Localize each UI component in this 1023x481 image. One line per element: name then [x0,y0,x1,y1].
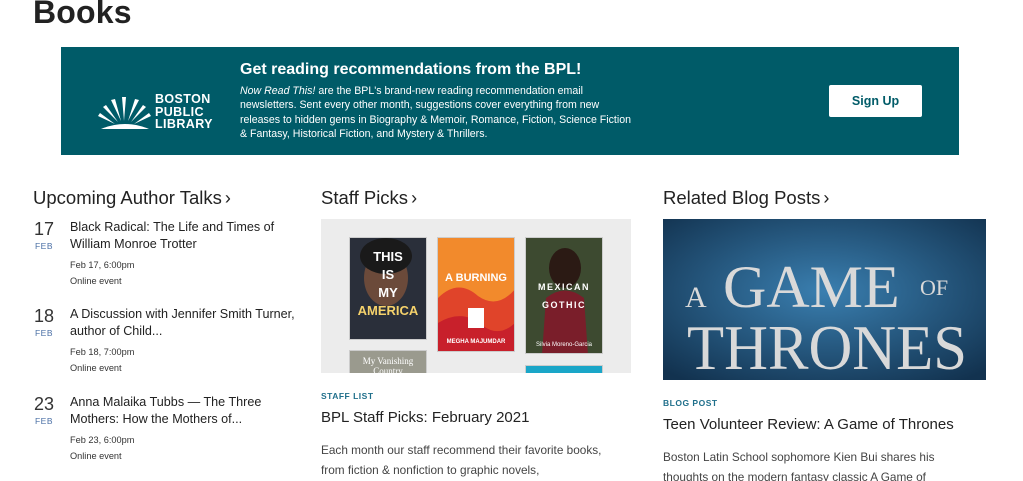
svg-text:THRONES: THRONES [687,312,967,380]
event-date: Feb 17, 6:00pm [70,260,135,270]
staff-picks-title-link[interactable]: BPL Staff Picks: February 2021 [321,409,529,426]
blog-post-image[interactable]: A GAME OF THRONES [663,219,986,380]
book-cover [525,365,603,373]
event-location: Online event [70,451,122,461]
chevron-right-icon: › [224,188,231,208]
event-title-link[interactable]: A Discussion with Jennifer Smith Turner,… [70,306,295,340]
banner-description: Now Read This! are the BPL's brand-new r… [240,85,631,141]
sign-up-button[interactable]: Sign Up [829,85,922,117]
event-day: 17 [33,219,55,239]
book-cover: MEXICAN GOTHIC Silvia Moreno-Garcia [525,237,603,354]
book-cover: My Vanishing Country [349,350,427,373]
chevron-right-icon: › [823,188,830,208]
chevron-right-icon: › [411,188,418,208]
event-item: 23 FEB Anna Malaika Tubbs — The Three Mo… [33,394,293,474]
game-of-thrones-artwork: A GAME OF THRONES [663,219,986,380]
event-item: 18 FEB A Discussion with Jennifer Smith … [33,306,295,386]
blog-post-description: Boston Latin School sophomore Kien Bui s… [663,450,935,481]
staff-picks-image[interactable]: THIS IS MY AMERICA A BURNING MEGHA MAJUM… [321,219,631,373]
event-day: 18 [33,306,55,326]
newsletter-banner: BOSTON PUBLIC LIBRARY Get reading recomm… [61,47,959,155]
event-month: FEB [34,241,54,251]
event-location: Online event [70,363,122,373]
page-title: Books [33,0,132,30]
event-title-link[interactable]: Black Radical: The Life and Times of Wil… [70,219,295,253]
event-month: FEB [34,416,54,426]
svg-text:OF: OF [920,275,948,300]
event-date: Feb 18, 7:00pm [70,347,135,357]
bpl-sunburst-icon [98,97,151,129]
blog-post-title-link[interactable]: Teen Volunteer Review: A Game of Thrones [663,416,954,433]
staff-list-tag: STAFF LIST [321,391,374,401]
blog-posts-heading-link[interactable]: Related Blog Posts › [663,187,829,209]
event-month: FEB [34,328,54,338]
event-item: 17 FEB Black Radical: The Life and Times… [33,219,293,299]
event-location: Online event [70,276,122,286]
staff-picks-heading-link[interactable]: Staff Picks › [321,187,417,209]
bpl-logo[interactable]: BOSTON PUBLIC LIBRARY [97,91,223,135]
event-title-link[interactable]: Anna Malaika Tubbs — The Three Mothers: … [70,394,295,428]
staff-picks-description: Each month our staff recommend their fav… [321,443,602,477]
svg-text:A: A [685,281,707,314]
event-date: Feb 23, 6:00pm [70,435,135,445]
event-day: 23 [33,394,55,414]
author-talks-heading-link[interactable]: Upcoming Author Talks › [33,187,231,209]
book-cover: A BURNING MEGHA MAJUMDAR [437,237,515,352]
flame-illustration [438,287,514,351]
book-cover: THIS IS MY AMERICA [349,237,427,340]
banner-heading: Get reading recommendations from the BPL… [240,61,582,78]
blog-post-tag: BLOG POST [663,398,718,408]
svg-text:GAME: GAME [723,254,900,320]
bpl-wordmark: BOSTON PUBLIC LIBRARY [155,92,213,131]
